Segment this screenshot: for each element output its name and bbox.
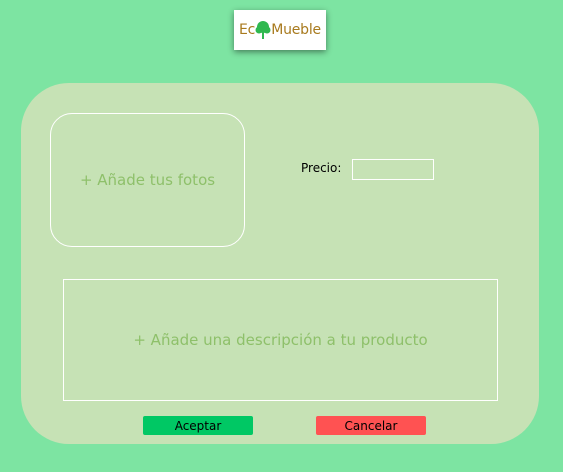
ecomueble-logo: Ec Mueble <box>234 10 326 50</box>
logo-text-ec: Ec <box>239 22 256 38</box>
description-placeholder: + Añade una descripción a tu producto <box>133 331 428 349</box>
tree-icon <box>255 21 271 39</box>
add-photos-label: + Añade tus fotos <box>79 171 216 189</box>
logo-wordmark: Ec Mueble <box>239 20 321 40</box>
accept-button[interactable]: Aceptar <box>143 416 253 435</box>
price-input[interactable] <box>352 159 434 180</box>
cancel-button[interactable]: Cancelar <box>316 416 426 435</box>
logo-text-mueble: Mueble <box>271 22 321 38</box>
description-field[interactable]: + Añade una descripción a tu producto <box>63 279 498 401</box>
add-photos-button[interactable]: + Añade tus fotos <box>50 113 245 247</box>
price-label: Precio: <box>301 161 342 175</box>
